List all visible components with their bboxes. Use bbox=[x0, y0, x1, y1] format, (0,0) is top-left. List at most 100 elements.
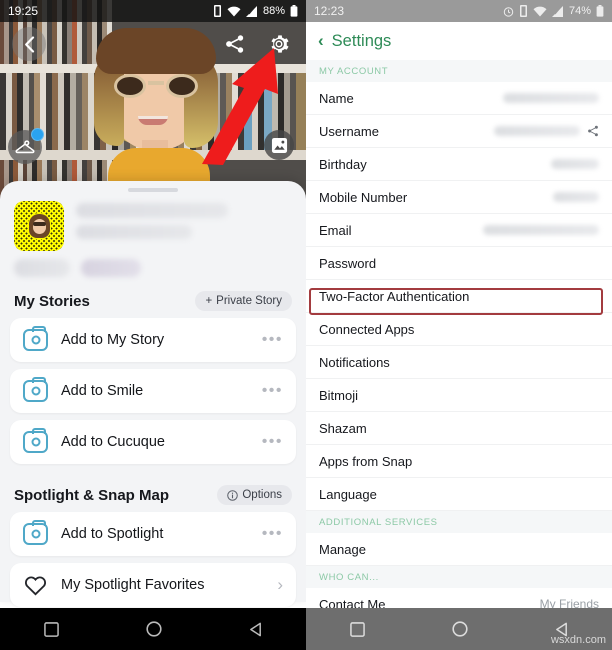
memories-button[interactable] bbox=[264, 130, 294, 160]
settings-row-username[interactable]: Username bbox=[306, 115, 612, 148]
right-status-icons: 74% bbox=[503, 5, 604, 17]
triangle-icon[interactable] bbox=[249, 622, 263, 637]
left-battery-percent: 88% bbox=[262, 5, 285, 17]
sunglass-lens-left bbox=[114, 74, 146, 98]
chevron-right-icon[interactable]: › bbox=[277, 575, 283, 595]
row-value-redacted bbox=[494, 126, 580, 136]
list-item[interactable]: Add to Spotlight ••• bbox=[10, 512, 296, 556]
photo-icon bbox=[271, 137, 287, 153]
row-value-redacted bbox=[553, 192, 599, 202]
row-label: Username bbox=[319, 123, 379, 139]
avatar-mouth bbox=[138, 116, 168, 125]
list-item[interactable]: Add to My Story ••• bbox=[10, 318, 296, 362]
list-item[interactable]: Add to Smile ••• bbox=[10, 369, 296, 413]
signal-icon bbox=[551, 5, 563, 17]
settings-row-password[interactable]: Password bbox=[306, 247, 612, 280]
settings-row-mobile-number[interactable]: Mobile Number bbox=[306, 181, 612, 214]
spotlight-title: Spotlight & Snap Map bbox=[14, 486, 169, 504]
notification-dot bbox=[31, 128, 44, 141]
back-button[interactable] bbox=[12, 27, 46, 61]
list-item[interactable]: Add to Cucuque ••• bbox=[10, 420, 296, 464]
row-label: Password bbox=[319, 255, 377, 271]
display-name-redacted bbox=[76, 203, 228, 218]
list-item-label: Add to Cucuque bbox=[61, 434, 165, 450]
row-label: Mobile Number bbox=[319, 189, 408, 205]
profile-topbar bbox=[0, 24, 306, 64]
right-panel-settings: 12:23 74% ‹ Settings MY ACCOUNT Name Use… bbox=[306, 0, 612, 650]
camera-icon bbox=[23, 428, 48, 453]
dual-phone-screenshot: 19:25 88% My Stories + Private Story Add… bbox=[0, 0, 612, 650]
back-chevron-icon[interactable]: ‹ bbox=[318, 31, 324, 51]
right-status-time: 12:23 bbox=[314, 4, 345, 18]
options-button[interactable]: Options bbox=[217, 485, 292, 505]
settings-row-birthday[interactable]: Birthday bbox=[306, 148, 612, 181]
share-icon[interactable] bbox=[587, 125, 599, 137]
left-panel-snapchat-profile: 19:25 88% My Stories + Private Story Add… bbox=[0, 0, 306, 650]
row-label: Connected Apps bbox=[319, 321, 415, 337]
group-header: WHO CAN... bbox=[306, 566, 612, 588]
group-header: ADDITIONAL SERVICES bbox=[306, 511, 612, 533]
profile-header[interactable] bbox=[0, 192, 306, 255]
vibrate-icon bbox=[519, 5, 527, 17]
heart-icon bbox=[25, 576, 46, 596]
settings-row-apps-from-snap[interactable]: Apps from Snap bbox=[306, 445, 612, 478]
snapcode-bitmoji-glasses bbox=[33, 222, 46, 226]
more-dots-icon[interactable]: ••• bbox=[262, 331, 283, 349]
right-battery-percent: 74% bbox=[568, 5, 591, 17]
row-label: Email bbox=[319, 222, 352, 238]
settings-row-notifications[interactable]: Notifications bbox=[306, 346, 612, 379]
profile-chip-1-redacted bbox=[14, 259, 70, 277]
profile-text-block bbox=[76, 201, 292, 251]
row-label: Language bbox=[319, 486, 377, 502]
options-label: Options bbox=[242, 489, 282, 501]
hanger-icon bbox=[15, 140, 35, 154]
list-item-label: My Spotlight Favorites bbox=[61, 577, 205, 593]
private-story-button[interactable]: + Private Story bbox=[195, 291, 292, 311]
circle-icon[interactable] bbox=[451, 621, 468, 637]
more-dots-icon[interactable]: ••• bbox=[262, 433, 283, 451]
snapcode-qr[interactable] bbox=[14, 201, 64, 251]
right-android-nav-bar: wsxdn.com bbox=[306, 608, 612, 650]
more-dots-icon[interactable]: ••• bbox=[262, 525, 283, 543]
settings-row-bitmoji[interactable]: Bitmoji bbox=[306, 379, 612, 412]
back-chevron-icon bbox=[24, 35, 34, 53]
info-icon bbox=[227, 489, 239, 501]
settings-row-manage[interactable]: Manage bbox=[306, 533, 612, 566]
left-status-bar: 19:25 88% bbox=[0, 0, 306, 22]
list-item[interactable]: My Spotlight Favorites › bbox=[10, 563, 296, 607]
signal-icon bbox=[245, 5, 257, 17]
left-android-nav-bar bbox=[0, 608, 306, 650]
share-button[interactable] bbox=[220, 29, 250, 59]
circle-icon[interactable] bbox=[145, 621, 162, 637]
sunglass-lens-right bbox=[166, 74, 198, 98]
alarm-icon bbox=[503, 6, 514, 17]
list-item-label: Add to Smile bbox=[61, 383, 144, 399]
square-icon[interactable] bbox=[349, 621, 365, 637]
settings-row-connected-apps[interactable]: Connected Apps bbox=[306, 313, 612, 346]
wifi-icon bbox=[227, 6, 241, 16]
row-label: Shazam bbox=[319, 420, 367, 436]
my-stories-title: My Stories bbox=[14, 292, 90, 310]
wardrobe-button[interactable] bbox=[8, 128, 44, 164]
vibrate-icon bbox=[213, 5, 221, 17]
settings-row-two-factor-authentication[interactable]: Two-Factor Authentication bbox=[306, 280, 612, 313]
more-dots-icon[interactable]: ••• bbox=[262, 382, 283, 400]
list-item-label: Add to My Story bbox=[61, 332, 165, 348]
row-value-redacted bbox=[503, 93, 599, 103]
profile-chip-2-redacted bbox=[81, 259, 141, 277]
square-icon[interactable] bbox=[43, 621, 59, 637]
row-label: Birthday bbox=[319, 156, 367, 172]
share-icon bbox=[226, 35, 244, 53]
row-label: Two-Factor Authentication bbox=[319, 288, 470, 304]
settings-button[interactable] bbox=[264, 29, 294, 59]
settings-row-shazam[interactable]: Shazam bbox=[306, 412, 612, 445]
row-label: Manage bbox=[319, 541, 366, 557]
profile-bottom-sheet: My Stories + Private Story Add to My Sto… bbox=[0, 181, 306, 607]
settings-row-name[interactable]: Name bbox=[306, 82, 612, 115]
settings-row-language[interactable]: Language bbox=[306, 478, 612, 511]
battery-icon bbox=[596, 5, 604, 17]
settings-row-email[interactable]: Email bbox=[306, 214, 612, 247]
row-value-redacted bbox=[483, 225, 599, 235]
row-value-redacted bbox=[551, 159, 599, 169]
row-label: Bitmoji bbox=[319, 387, 359, 403]
